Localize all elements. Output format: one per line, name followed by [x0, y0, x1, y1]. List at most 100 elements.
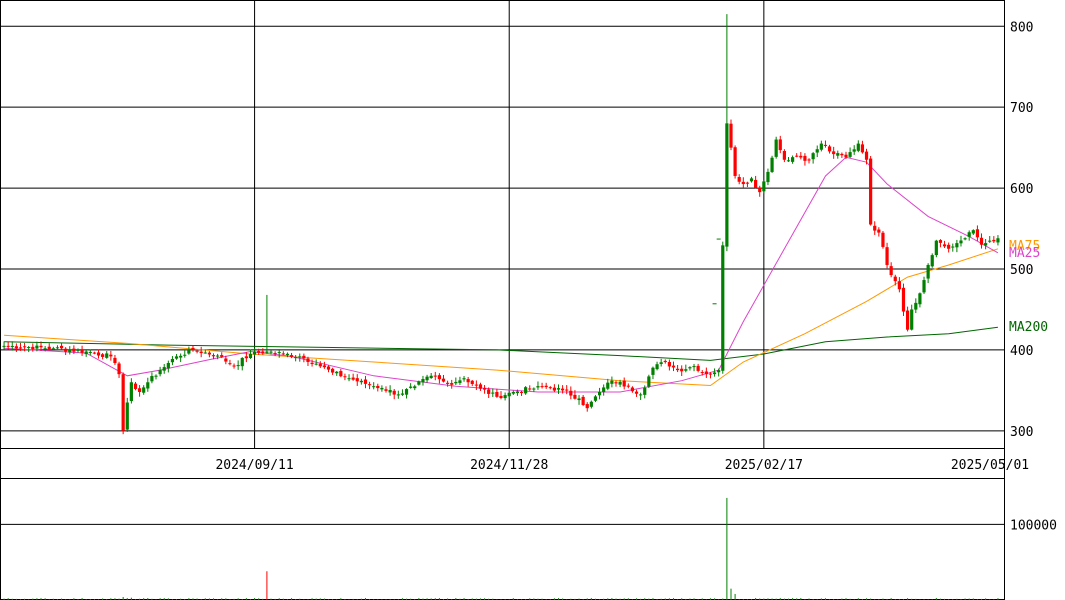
- candle-body: [294, 357, 298, 359]
- candle-body: [860, 144, 865, 153]
- candle-body: [326, 366, 331, 370]
- candle-body: [203, 352, 207, 354]
- candle-body: [191, 347, 195, 350]
- candle-body: [170, 358, 175, 363]
- candle-body: [639, 394, 643, 396]
- candle-body: [302, 355, 306, 359]
- candle-body: [281, 353, 285, 355]
- candle-body: [832, 151, 836, 155]
- candle-body: [922, 280, 926, 293]
- candle-body: [68, 349, 72, 353]
- candle-body: [146, 382, 150, 389]
- candle-body: [618, 381, 622, 385]
- candle-body: [384, 389, 388, 391]
- candle-body: [133, 383, 138, 389]
- candle-body: [942, 244, 947, 247]
- candle-body: [441, 378, 446, 382]
- candle-body: [614, 382, 618, 384]
- candle-body: [897, 281, 901, 290]
- candle-body: [914, 302, 918, 310]
- volume-tick-label: 100000: [1010, 518, 1057, 533]
- candle-body: [269, 351, 273, 353]
- candle-body: [610, 380, 614, 384]
- candle-body: [852, 149, 856, 152]
- candle-body: [376, 385, 380, 389]
- candle-body: [893, 276, 897, 282]
- date-tick-label: 2024/09/11: [215, 458, 293, 473]
- candle-body: [700, 372, 704, 374]
- candle-body: [589, 401, 593, 407]
- candle-body: [864, 151, 869, 160]
- candle-body: [926, 264, 930, 279]
- candle-body: [725, 123, 729, 247]
- candle-body: [372, 386, 376, 388]
- candle-body: [433, 375, 437, 377]
- candle-body: [622, 380, 626, 387]
- candle-body: [721, 245, 725, 371]
- candle-body: [487, 389, 491, 394]
- candle-body: [240, 357, 244, 367]
- candle-body: [503, 395, 507, 399]
- candle-body: [741, 181, 745, 185]
- candle-body: [425, 376, 429, 381]
- candle-body: [458, 380, 462, 383]
- candle-body: [988, 240, 992, 242]
- candle-body: [569, 390, 573, 396]
- candle-body: [331, 368, 335, 373]
- candle-body: [351, 377, 355, 380]
- candle-body: [819, 143, 823, 150]
- candle-body: [544, 385, 548, 388]
- candle-body: [367, 384, 372, 386]
- candle-body: [207, 352, 212, 355]
- candle-body: [786, 160, 791, 162]
- candle-body: [125, 402, 129, 430]
- candle-body: [55, 347, 60, 349]
- candle-body: [76, 349, 80, 351]
- candle-body: [647, 376, 651, 387]
- candle-body: [187, 349, 191, 354]
- candle-body: [216, 355, 220, 357]
- price-tick-label: 600: [1010, 182, 1033, 197]
- candle-body: [174, 356, 179, 359]
- candle-body: [380, 387, 384, 390]
- candle-body: [684, 369, 688, 371]
- candle-body: [298, 356, 302, 358]
- date-tick-label: 2024/11/28: [470, 458, 548, 473]
- candle-body: [507, 392, 511, 397]
- candle-body: [680, 368, 684, 372]
- candle-body: [43, 348, 47, 350]
- candle-body: [692, 366, 696, 368]
- candle-body: [655, 364, 659, 370]
- candle-body: [885, 247, 889, 265]
- candle-body: [659, 362, 663, 364]
- candle-body: [462, 378, 466, 380]
- candle-body: [938, 240, 943, 243]
- candle-body: [220, 355, 224, 357]
- candle-body: [129, 382, 133, 402]
- candle-body: [14, 346, 18, 349]
- candle-body: [905, 310, 910, 330]
- candle-body: [955, 243, 959, 248]
- candle-body: [827, 146, 832, 152]
- candle-body: [889, 266, 893, 276]
- candle-body: [540, 386, 544, 388]
- candle-body: [577, 398, 581, 401]
- candle-body: [154, 375, 158, 377]
- candle-body: [285, 353, 290, 356]
- candle-body: [671, 365, 676, 368]
- candle-body: [166, 363, 170, 369]
- candle-body: [409, 386, 413, 388]
- candle-body: [392, 390, 396, 395]
- candle-body: [556, 388, 561, 390]
- candle-body: [602, 387, 606, 393]
- candle-body: [901, 287, 906, 312]
- candle-body: [606, 382, 610, 389]
- price-tick-label: 300: [1010, 425, 1033, 440]
- candle-body: [774, 139, 778, 157]
- candle-body: [400, 393, 405, 395]
- candle-body: [450, 383, 454, 385]
- candle-body: [848, 152, 852, 157]
- candle-body: [470, 380, 474, 385]
- candle-body: [959, 240, 963, 244]
- candle-body: [6, 345, 10, 347]
